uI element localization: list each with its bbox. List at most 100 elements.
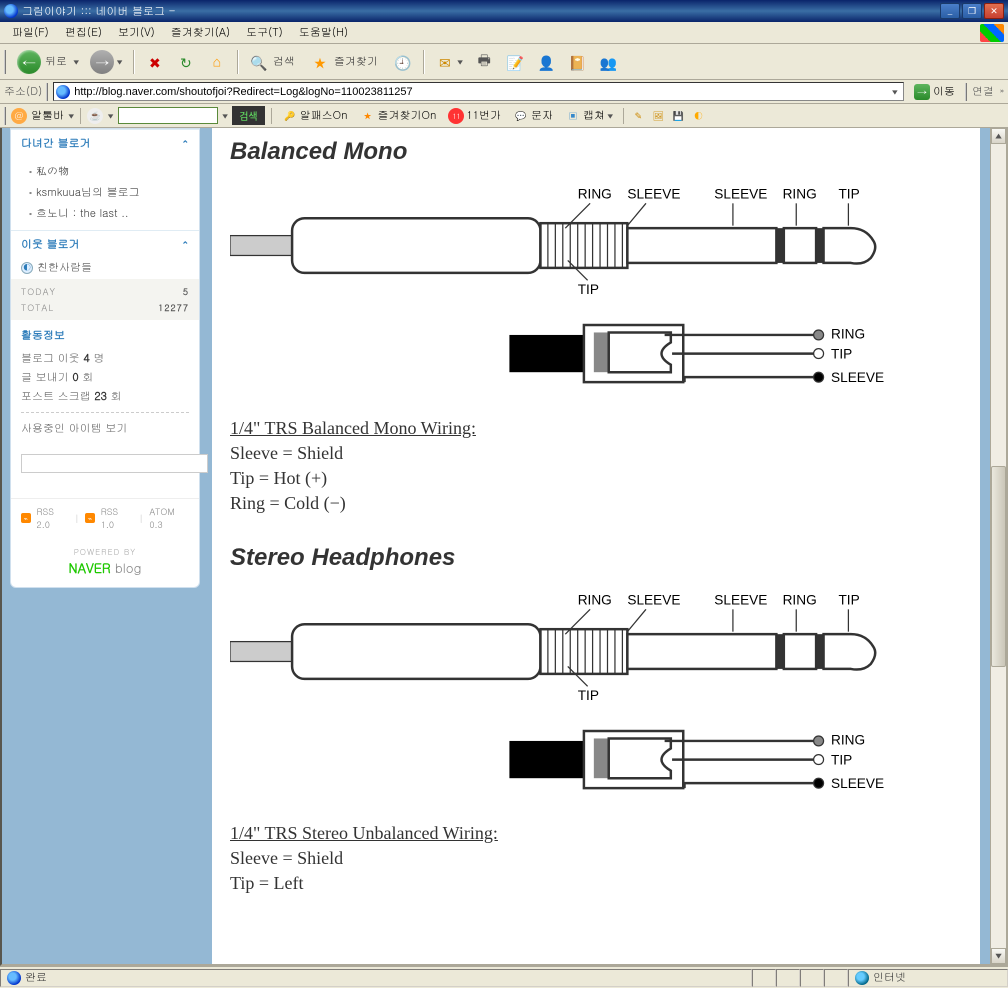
article-content: Balanced Mono (212, 128, 980, 964)
sms-button[interactable]: 💬문자 (509, 107, 557, 125)
svg-text:RING: RING (783, 592, 817, 607)
messenger2-button[interactable]: 👥 (593, 49, 623, 75)
svg-text:RING: RING (578, 186, 612, 201)
shop-button[interactable]: 1111번가 (444, 107, 505, 125)
search-label: 검색 (273, 54, 295, 69)
url-input-wrapper[interactable]: ▼ (53, 82, 904, 101)
activity-items-link[interactable]: 사용중인 아이템 보기 (21, 419, 189, 438)
shop-icon: 11 (448, 108, 464, 124)
tool4-icon[interactable]: ◐ (690, 108, 706, 124)
close-button[interactable]: ✕ (984, 3, 1004, 19)
friend-group[interactable]: ◐ 친한사람들 (11, 256, 199, 279)
diagram-title: Balanced Mono (230, 138, 962, 166)
minimize-button[interactable]: _ (940, 3, 960, 19)
sidebar-rss: ⌁RSS 2.0 | ⌁RSS 1.0 | ATOM 0.3 (11, 498, 199, 537)
alpass-button[interactable]: 🔑알패스On (278, 107, 352, 125)
people-icon: 👥 (598, 52, 618, 72)
visitor-item[interactable]: ksmkuua님의 블로그 (21, 182, 189, 203)
forward-button[interactable]: → ▼ (85, 47, 127, 77)
menu-edit[interactable]: 편집(E) (57, 23, 110, 42)
address-grip[interactable] (46, 83, 49, 101)
edit-button[interactable]: 📝 (500, 49, 530, 75)
content-area: 다녀간 블로거 ⌃ 私の物 ksmkuua님의 블로그 흐노니 : the la… (0, 128, 1008, 966)
forward-dropdown-icon[interactable]: ▼ (116, 57, 122, 67)
altools-search-button[interactable]: 검색 (232, 106, 264, 125)
links-chevron-icon[interactable]: » (1000, 86, 1004, 97)
url-dropdown-icon[interactable]: ▼ (889, 87, 901, 97)
tool3-icon[interactable]: 💾 (670, 108, 686, 124)
refresh-button[interactable]: ↻ (171, 49, 201, 75)
sidebar-search-input[interactable] (21, 454, 208, 473)
capture-button[interactable]: ▣캡쳐▼ (561, 107, 617, 125)
print-icon: 🖶 (474, 52, 494, 72)
svg-text:TIP: TIP (838, 592, 859, 607)
back-dropdown-icon[interactable]: ▼ (73, 57, 79, 67)
address-label: 주소(D) (4, 84, 42, 99)
maximize-button[interactable]: ❐ (962, 3, 982, 19)
menu-tools[interactable]: 도구(T) (238, 23, 291, 42)
scroll-up-button[interactable]: ▲ (991, 128, 1006, 144)
tool2-icon[interactable]: 🖼 (650, 108, 666, 124)
back-button[interactable]: ← 뒤로 ▼ (12, 47, 84, 77)
diagram-title: Stereo Headphones (230, 544, 962, 572)
sidebar-neighbors-header[interactable]: 이웃 블로거 ⌃ (11, 230, 199, 256)
sidebar-stats: TODAY5 TOTAL12277 (11, 279, 199, 320)
altools-search-engine-icon[interactable]: ☕ (87, 108, 103, 124)
visitor-item[interactable]: 私の物 (21, 161, 189, 182)
sidebar-powered: POWERED BY NAVER blog (11, 537, 199, 587)
url-input[interactable] (74, 86, 888, 98)
visitor-item[interactable]: 흐노니 : the last .. (21, 203, 189, 224)
altools-fav-button[interactable]: ★즐겨찾기On (355, 107, 440, 125)
menu-help[interactable]: 도움말(H) (291, 23, 356, 42)
spec-line: Sleeve = Shield (230, 848, 962, 869)
vertical-scrollbar[interactable]: ▲ ▼ (990, 128, 1006, 964)
status-done: 완료 (0, 969, 752, 987)
home-button[interactable]: ⌂ (202, 49, 232, 75)
stop-button[interactable]: ✖ (140, 49, 170, 75)
search-button[interactable]: 🔍검색 (244, 49, 304, 75)
spec-title: 1/4" TRS Balanced Mono Wiring: (230, 418, 962, 439)
scroll-down-button[interactable]: ▼ (991, 948, 1006, 964)
rss20-link[interactable]: RSS 2.0 (37, 505, 69, 531)
home-icon: ⌂ (207, 52, 227, 72)
status-cell (776, 969, 800, 987)
altools-dropdown-icon[interactable]: ▼ (68, 111, 74, 121)
toolbar-grip[interactable] (4, 50, 7, 74)
altools-label[interactable]: 알툴바 (31, 108, 64, 123)
menu-view[interactable]: 보기(V) (110, 23, 163, 42)
research-button[interactable]: 📔 (562, 49, 592, 75)
altools-logo-icon[interactable]: @ (11, 108, 27, 124)
page-body: 다녀간 블로거 ⌃ 私の物 ksmkuua님의 블로그 흐노니 : the la… (2, 128, 990, 964)
favorites-button[interactable]: ★즐겨찾기 (305, 49, 387, 75)
mail-button[interactable]: ✉▼ (430, 49, 468, 75)
svg-text:SLEEVE: SLEEVE (627, 186, 680, 201)
addressbar: 주소(D) ▼ → 이동 연결 » (0, 80, 1008, 104)
svg-text:SLEEVE: SLEEVE (831, 370, 884, 385)
menu-file[interactable]: 파일(F) (4, 23, 57, 42)
messenger-button[interactable]: 👤 (531, 49, 561, 75)
print-button[interactable]: 🖶 (469, 49, 499, 75)
go-arrow-icon: → (914, 84, 930, 100)
sidebar-visitors-header[interactable]: 다녀간 블로거 ⌃ (11, 129, 199, 155)
altools-search-input[interactable] (118, 107, 218, 124)
search-dropdown-icon[interactable]: ▼ (222, 111, 228, 121)
svg-text:TIP: TIP (578, 282, 599, 297)
engine-dropdown-icon[interactable]: ▼ (107, 111, 113, 121)
svg-text:SLEEVE: SLEEVE (714, 592, 767, 607)
go-button[interactable]: → 이동 (908, 82, 961, 102)
status-zone: 인터넷 (848, 969, 1008, 987)
altools-grip[interactable] (4, 107, 7, 125)
links-label[interactable]: 연결 (972, 84, 994, 99)
edit-icon: 📝 (505, 52, 525, 72)
links-grip[interactable] (965, 83, 968, 101)
atom-link[interactable]: ATOM 0.3 (149, 505, 189, 531)
trs-connector-diagram: RING SLEEVE SLEEVE RING TIP TIP (230, 176, 925, 400)
history-button[interactable]: 🕘 (388, 49, 418, 75)
scroll-track[interactable] (991, 144, 1006, 948)
scroll-thumb[interactable] (991, 466, 1006, 667)
menu-favorites[interactable]: 즐겨찾기(A) (163, 23, 238, 42)
globe-icon (855, 971, 869, 985)
chevron-up-icon: ⌃ (181, 238, 189, 251)
rss10-link[interactable]: RSS 1.0 (101, 505, 133, 531)
tool1-icon[interactable]: ✎ (630, 108, 646, 124)
